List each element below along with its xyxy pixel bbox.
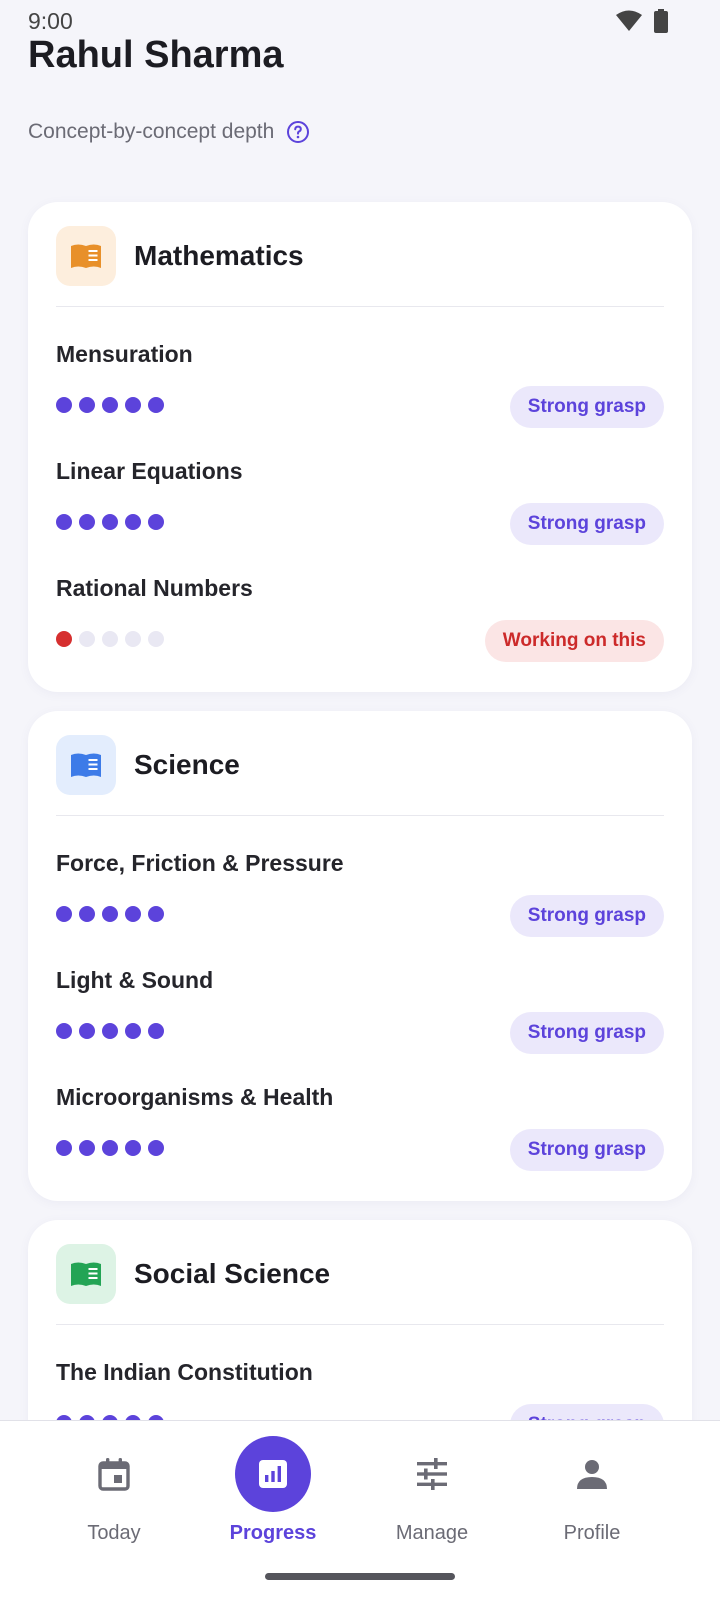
- status-badge: Strong grasp: [509, 1012, 664, 1054]
- subtitle: Concept-by-concept depth: [28, 120, 310, 144]
- page-title: Rahul Sharma: [28, 34, 284, 76]
- subject-title: Mathematics: [134, 240, 304, 271]
- concept-row[interactable]: Light & Sound Strong grasp: [28, 933, 692, 1054]
- mastery-dot: [102, 906, 118, 922]
- status-badge: Strong grasp: [509, 503, 664, 545]
- mastery-dots: [56, 1023, 164, 1039]
- nav-manage[interactable]: Manage: [352, 1421, 512, 1571]
- concept-name: Microorganisms & Health: [56, 1084, 334, 1110]
- subject-header[interactable]: Social Science: [28, 1220, 692, 1324]
- mastery-dot: [56, 1140, 72, 1156]
- nav-today[interactable]: Today: [34, 1421, 194, 1571]
- concept-name: The Indian Constitution: [56, 1359, 313, 1385]
- person-icon: [554, 1436, 630, 1512]
- mastery-dot: [79, 1023, 95, 1039]
- status-badge: Strong grasp: [509, 895, 664, 937]
- mastery-dots: [56, 1140, 164, 1156]
- book-icon: [56, 1244, 116, 1304]
- mastery-dot: [79, 1140, 95, 1156]
- mastery-dot: [125, 397, 141, 413]
- status-badge: Strong grasp: [509, 1404, 664, 1420]
- mastery-dot: [102, 514, 118, 530]
- sliders-icon: [394, 1436, 470, 1512]
- mastery-dot: [125, 906, 141, 922]
- mastery-dot: [79, 397, 95, 413]
- mastery-dots: [56, 514, 164, 530]
- concept-name: Force, Friction & Pressure: [56, 850, 344, 876]
- mastery-dots: [56, 631, 164, 647]
- mastery-dot: [148, 906, 164, 922]
- concept-row[interactable]: The Indian Constitution Strong grasp: [28, 1325, 692, 1420]
- book-icon: [56, 226, 116, 286]
- subject-header[interactable]: Science: [28, 711, 692, 815]
- mastery-dot: [125, 631, 141, 647]
- mastery-dot: [148, 1140, 164, 1156]
- mastery-dot: [148, 631, 164, 647]
- mastery-dot: [125, 514, 141, 530]
- mastery-dot: [56, 906, 72, 922]
- mastery-dot: [56, 514, 72, 530]
- concept-row[interactable]: Rational Numbers Working on this: [28, 541, 692, 662]
- concept-name: Light & Sound: [56, 967, 214, 993]
- nav-profile[interactable]: Profile: [512, 1421, 672, 1571]
- subject-card: Science Force, Friction & Pressure Strong …: [28, 711, 692, 1201]
- subject-card: Mathematics Mensuration Strong grasp Linear…: [28, 202, 692, 692]
- mastery-dot: [79, 514, 95, 530]
- mastery-dot: [79, 906, 95, 922]
- concept-row[interactable]: Microorganisms & Health Strong grasp: [28, 1050, 692, 1171]
- mastery-dot: [148, 1023, 164, 1039]
- battery-icon: [654, 9, 668, 33]
- status-badge: Working on this: [484, 620, 664, 662]
- calendar-icon: [76, 1436, 152, 1512]
- subject-title: Social Science: [134, 1258, 331, 1289]
- mastery-dot: [102, 397, 118, 413]
- concept-name: Mensuration: [56, 341, 193, 367]
- bar-chart-icon: [235, 1436, 311, 1512]
- concept-row[interactable]: Mensuration Strong grasp: [28, 307, 692, 428]
- mastery-dot: [102, 1140, 118, 1156]
- concept-row[interactable]: Linear Equations Strong grasp: [28, 424, 692, 545]
- subtitle-text: Concept-by-concept depth: [28, 120, 275, 143]
- mastery-dot: [79, 631, 95, 647]
- mastery-dot: [56, 1023, 72, 1039]
- nav-progress[interactable]: Progress: [193, 1421, 353, 1571]
- subject-header[interactable]: Mathematics: [28, 202, 692, 306]
- mastery-dot: [148, 397, 164, 413]
- mastery-dot: [125, 1140, 141, 1156]
- mastery-dots: [56, 397, 164, 413]
- nav-label-profile: Profile: [563, 1522, 621, 1544]
- status-badge: Strong grasp: [509, 386, 664, 428]
- subjects-list[interactable]: Mathematics Mensuration Strong grasp Linear…: [0, 196, 720, 1420]
- subject-title: Science: [134, 749, 240, 780]
- subject-card: Social Science The Indian Constitution Str…: [28, 1220, 692, 1420]
- mastery-dots: [56, 906, 164, 922]
- mastery-dot: [102, 631, 118, 647]
- concept-name: Rational Numbers: [56, 575, 253, 601]
- mastery-dot: [56, 397, 72, 413]
- status-time: 9:00: [28, 8, 73, 34]
- concept-row[interactable]: Force, Friction & Pressure Strong grasp: [28, 816, 692, 937]
- nav-label-manage: Manage: [395, 1522, 469, 1544]
- wifi-icon: [616, 10, 642, 31]
- mastery-dot: [125, 1023, 141, 1039]
- mastery-dot: [148, 514, 164, 530]
- concept-name: Linear Equations: [56, 458, 243, 484]
- help-icon[interactable]: [286, 120, 310, 144]
- book-icon: [56, 735, 116, 795]
- mastery-dot: [56, 631, 72, 647]
- nav-label-today: Today: [87, 1522, 141, 1544]
- home-indicator[interactable]: [265, 1573, 455, 1580]
- status-badge: Strong grasp: [509, 1129, 664, 1171]
- status-icons: [616, 9, 668, 33]
- mastery-dot: [102, 1023, 118, 1039]
- nav-label-progress: Progress: [229, 1522, 317, 1544]
